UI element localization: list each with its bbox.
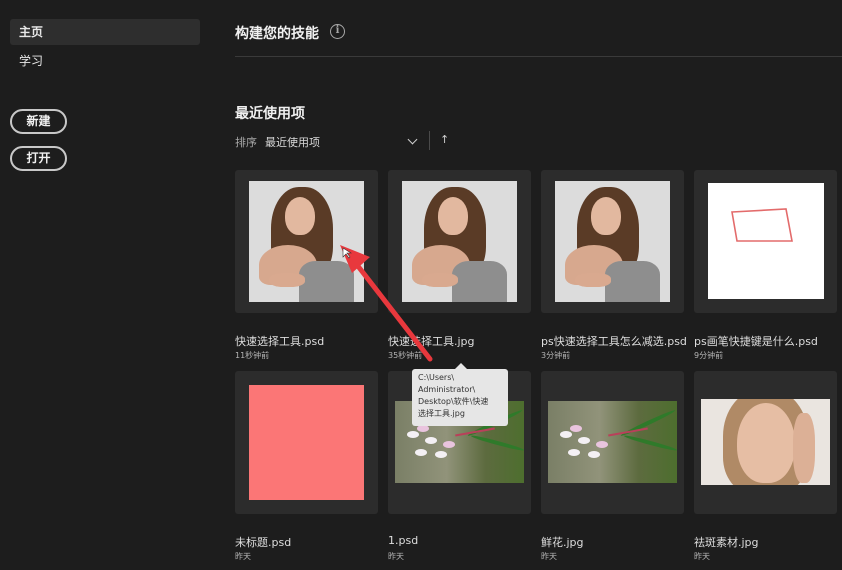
file-time: 9分钟前 (694, 351, 724, 360)
file-name: 鲜花.jpg (541, 536, 584, 549)
file-thumbnail (694, 170, 837, 313)
cursor-icon (342, 247, 352, 259)
file-time: 昨天 (388, 552, 404, 561)
tooltip-line: Desktop\软件\快速 (418, 397, 489, 406)
sidebar-item-learn[interactable]: 学习 (10, 48, 200, 74)
file-time: 3分钟前 (541, 351, 571, 360)
file-thumbnail (541, 170, 684, 313)
file-thumbnail (694, 371, 837, 514)
file-name: 未标题.psd (235, 536, 292, 549)
file-time: 昨天 (694, 552, 710, 561)
file-name: 祛斑素材.jpg (694, 536, 759, 549)
file-name: ps画笔快捷键是什么.psd (694, 335, 818, 348)
sort-value: 最近使用项 (265, 136, 320, 149)
file-time: 昨天 (235, 552, 251, 561)
file-time: 昨天 (541, 552, 557, 561)
drawn-shape-icon (731, 208, 793, 242)
file-path-tooltip: C:\Users\ Administrator\ Desktop\软件\快速 选… (412, 369, 508, 426)
tooltip-line: Administrator\ (418, 385, 476, 394)
new-button[interactable]: 新建 (10, 109, 67, 134)
file-name: 1.psd (388, 534, 419, 547)
file-time: 11秒钟前 (235, 351, 270, 360)
sort-dropdown[interactable]: 最近使用项 (265, 130, 420, 152)
sidebar: 主页 学习 新建 打开 (0, 0, 210, 570)
tooltip-line: C:\Users\ (418, 373, 455, 382)
sort-direction-arrow-icon[interactable]: ↑ (440, 133, 449, 146)
info-icon[interactable]: i (330, 24, 345, 39)
sidebar-item-home[interactable]: 主页 (10, 19, 200, 45)
file-thumbnail (541, 371, 684, 514)
recent-section-title: 最近使用项 (235, 106, 305, 122)
page-title: 构建您的技能 (235, 26, 319, 42)
tooltip-line: 选择工具.jpg (418, 409, 465, 418)
chevron-down-icon (407, 134, 418, 145)
file-name: 快速选择工具.psd (235, 335, 325, 348)
divider (235, 56, 842, 57)
file-name: ps快速选择工具怎么减选.psd (541, 335, 687, 348)
sort-separator (429, 131, 430, 150)
file-thumbnail (235, 371, 378, 514)
open-button[interactable]: 打开 (10, 146, 67, 171)
sort-label: 排序 (235, 136, 257, 149)
